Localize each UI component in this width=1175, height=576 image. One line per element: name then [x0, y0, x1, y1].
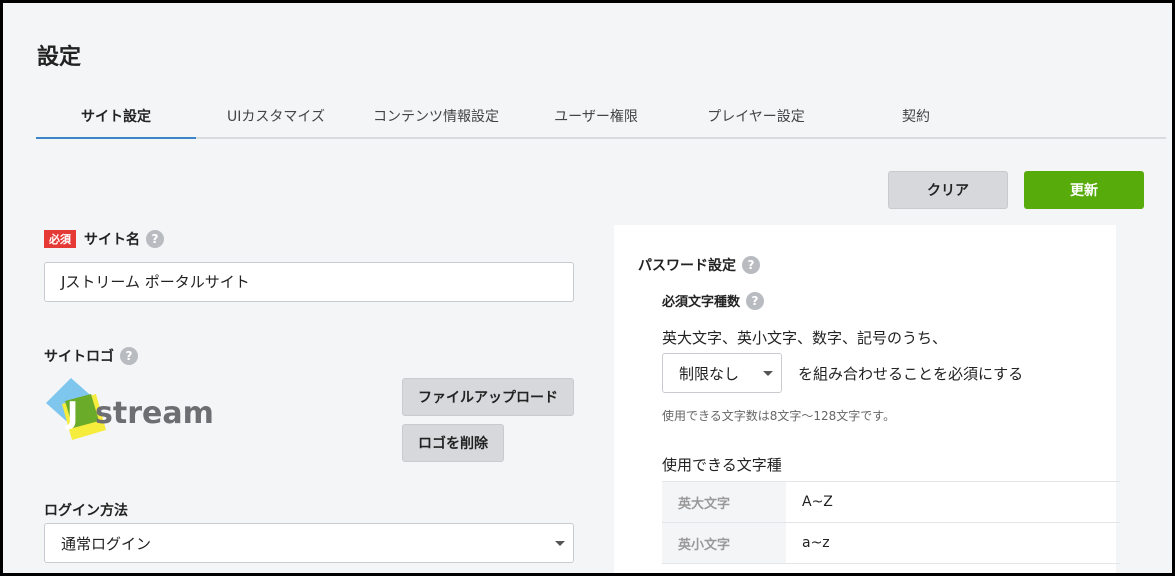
charset-value: a~z — [802, 535, 830, 551]
page-title: 設定 — [37, 45, 82, 70]
tab-site-settings[interactable]: サイト設定 — [36, 99, 196, 139]
required-types-select[interactable]: 制限なし — [662, 353, 782, 393]
charset-key: 英大文字 — [662, 482, 786, 522]
help-icon[interactable]: ? — [746, 291, 765, 310]
required-types-value: 制限なし — [679, 364, 740, 383]
site-name-label: サイト名 — [84, 232, 140, 248]
help-icon[interactable]: ? — [120, 347, 138, 365]
tab-bar: サイト設定 UIカスタマイズ コンテンツ情報設定 ユーザー権限 プレイヤー設定 … — [36, 99, 1166, 139]
logo-letter: J — [65, 396, 78, 431]
charset-title: 使用できる文字種 — [662, 456, 782, 474]
update-button[interactable]: 更新 — [1024, 171, 1144, 209]
login-method-label: ログイン方法 — [44, 503, 128, 519]
chevron-down-icon — [555, 541, 565, 546]
help-icon[interactable]: ? — [742, 256, 760, 274]
logo-wordmark: stream — [95, 396, 213, 431]
tab-player-settings[interactable]: プレイヤー設定 — [676, 99, 836, 137]
password-length-note: 使用できる文字数は8文字〜128文字です。 — [662, 409, 896, 423]
charset-value: A~Z — [802, 494, 833, 510]
help-icon[interactable]: ? — [146, 230, 164, 248]
required-types-label-row: 必須文字種数 ? — [662, 291, 765, 310]
chevron-down-icon — [763, 371, 773, 376]
site-logo-image: J stream — [43, 375, 214, 445]
charset-table: 英大文字 A~Z 英小文字 a~z — [662, 481, 1120, 564]
settings-page: 設定 サイト設定 UIカスタマイズ コンテンツ情報設定 ユーザー権限 プレイヤー… — [3, 3, 1172, 573]
delete-logo-button[interactable]: ロゴを削除 — [402, 424, 504, 462]
tab-ui-customize[interactable]: UIカスタマイズ — [196, 99, 356, 137]
charset-key: 英小文字 — [662, 523, 786, 563]
site-name-label-row: 必須 サイト名 ? — [44, 229, 164, 249]
password-settings-panel: パスワード設定 ? 必須文字種数 ? 英大文字、英小文字、数字、記号のうち、 制… — [614, 225, 1120, 573]
table-row: 英小文字 a~z — [662, 523, 1120, 564]
site-logo-label-row: サイトロゴ ? — [44, 346, 138, 366]
tab-user-permissions[interactable]: ユーザー権限 — [516, 99, 676, 137]
password-settings-title: パスワード設定 — [638, 258, 736, 274]
login-method-value: 通常ログイン — [61, 534, 152, 553]
required-types-label: 必須文字種数 — [662, 295, 741, 310]
login-method-select[interactable]: 通常ログイン — [44, 523, 574, 563]
required-badge: 必須 — [44, 230, 76, 248]
table-row: 英大文字 A~Z — [662, 482, 1120, 523]
tab-contract[interactable]: 契約 — [836, 99, 996, 137]
required-types-suffix: を組み合わせることを必須にする — [798, 365, 1024, 383]
required-types-description: 英大文字、英小文字、数字、記号のうち、 — [662, 329, 948, 347]
password-settings-title-row: パスワード設定 ? — [638, 255, 760, 275]
file-upload-button[interactable]: ファイルアップロード — [402, 378, 574, 416]
site-name-input[interactable]: Jストリーム ポータルサイト — [44, 262, 574, 302]
login-method-label-row: ログイン方法 — [44, 500, 128, 520]
tab-content-info[interactable]: コンテンツ情報設定 — [356, 99, 516, 137]
clear-button[interactable]: クリア — [888, 171, 1008, 209]
site-logo-label: サイトロゴ — [44, 349, 114, 365]
